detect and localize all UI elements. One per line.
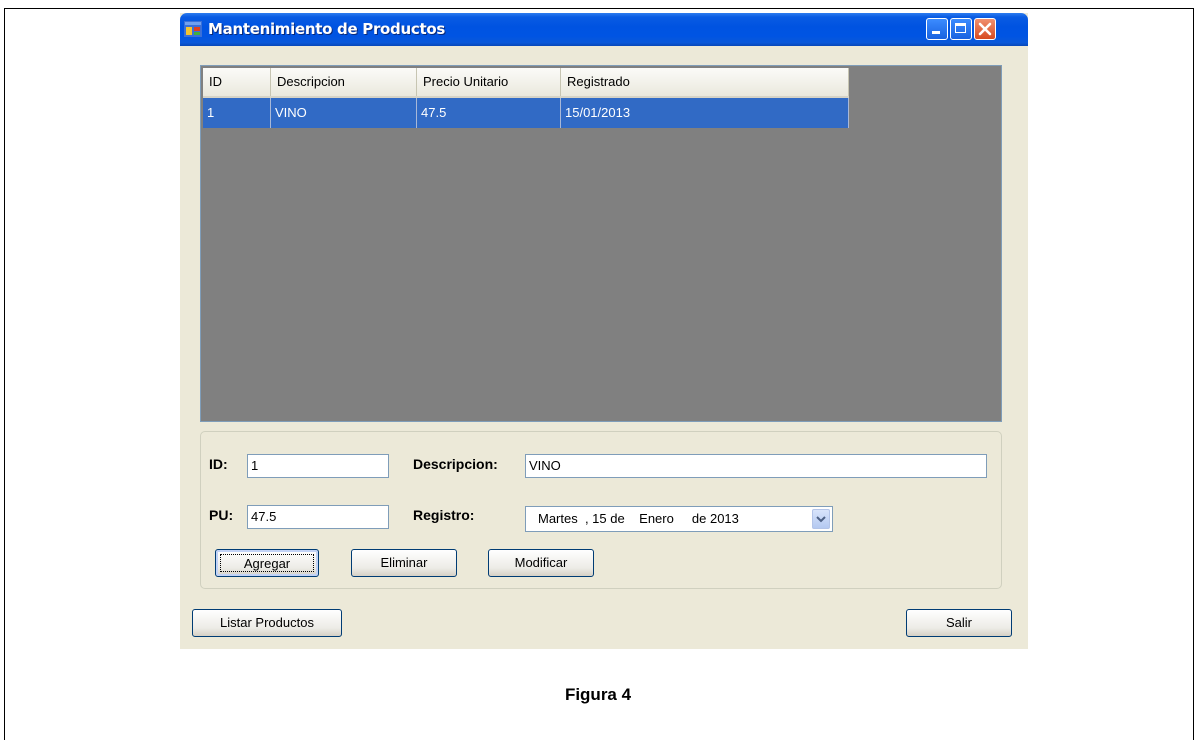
app-window: Mantenimiento de Productos ID Descripcio… xyxy=(180,13,1028,649)
descripcion-label: Descripcion: xyxy=(413,456,498,472)
maximize-button[interactable] xyxy=(950,18,972,40)
cell-precio-unitario[interactable]: 47.5 xyxy=(417,98,561,128)
grid-header: ID Descripcion Precio Unitario Registrad… xyxy=(203,68,849,98)
title-bar[interactable]: Mantenimiento de Productos xyxy=(180,13,1028,46)
close-icon xyxy=(978,22,992,36)
window-title: Mantenimiento de Productos xyxy=(208,20,445,38)
registro-datepicker[interactable]: Martes , 15 de Enero de 2013 xyxy=(525,506,833,532)
modificar-button[interactable]: Modificar xyxy=(488,549,594,577)
descripcion-field[interactable]: VINO xyxy=(525,454,987,478)
eliminar-button[interactable]: Eliminar xyxy=(351,549,457,577)
table-row[interactable]: 1 VINO 47.5 15/01/2013 xyxy=(203,98,849,128)
column-header-id[interactable]: ID xyxy=(203,68,271,96)
chevron-down-icon xyxy=(816,516,826,523)
salir-button[interactable]: Salir xyxy=(906,609,1012,637)
close-button[interactable] xyxy=(974,18,996,40)
column-header-descripcion[interactable]: Descripcion xyxy=(271,68,417,96)
minimize-button[interactable] xyxy=(926,18,948,40)
id-label: ID: xyxy=(209,456,228,472)
products-grid[interactable]: ID Descripcion Precio Unitario Registrad… xyxy=(200,65,1002,422)
registro-label: Registro: xyxy=(413,507,475,523)
datepicker-dropdown-button[interactable] xyxy=(812,509,830,529)
agregar-button-label: Agregar xyxy=(220,554,314,572)
cell-registrado[interactable]: 15/01/2013 xyxy=(561,98,849,128)
pu-label: PU: xyxy=(209,507,234,523)
pu-field[interactable]: 47.5 xyxy=(247,505,389,529)
id-field[interactable]: 1 xyxy=(247,454,389,478)
cell-id[interactable]: 1 xyxy=(203,98,271,128)
minimize-icon xyxy=(932,31,940,34)
listar-productos-button[interactable]: Listar Productos xyxy=(192,609,342,637)
cell-descripcion[interactable]: VINO xyxy=(271,98,417,128)
app-icon xyxy=(184,21,202,37)
maximize-icon xyxy=(955,23,966,33)
column-header-registrado[interactable]: Registrado xyxy=(561,68,849,96)
agregar-button[interactable]: Agregar xyxy=(215,549,319,577)
column-header-precio-unitario[interactable]: Precio Unitario xyxy=(417,68,561,96)
registro-date-text: Martes , 15 de Enero de 2013 xyxy=(538,511,739,526)
figure-caption: Figura 4 xyxy=(564,685,632,704)
product-form-group: ID: 1 Descripcion: VINO PU: 47.5 Registr… xyxy=(200,431,1002,589)
